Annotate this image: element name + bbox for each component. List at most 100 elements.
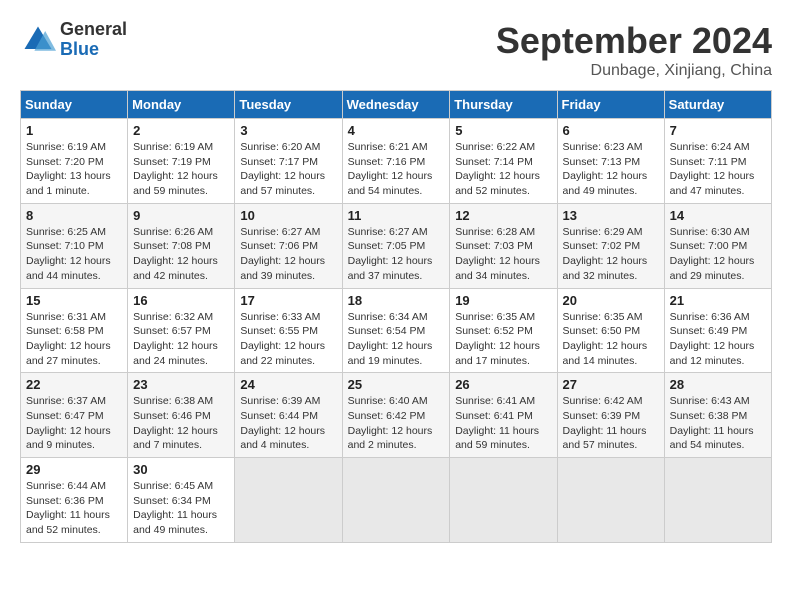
page-header: General Blue September 2024 Dunbage, Xin… xyxy=(20,20,772,80)
logo-icon xyxy=(20,22,56,58)
day-number: 2 xyxy=(133,123,229,138)
calendar-cell xyxy=(450,458,557,543)
week-row-4: 22 Sunrise: 6:37 AM Sunset: 6:47 PM Dayli… xyxy=(21,373,772,458)
weekday-header-saturday: Saturday xyxy=(664,91,771,119)
calendar-cell: 11Sunrise: 6:27 AM Sunset: 7:05 PM Dayli… xyxy=(342,203,450,288)
weekday-header-monday: Monday xyxy=(128,91,235,119)
calendar-cell: 5 Sunrise: 6:22 AM Sunset: 7:14 PM Daylig… xyxy=(450,119,557,204)
day-info: Sunrise: 6:34 AM Sunset: 6:54 PM Dayligh… xyxy=(348,310,445,369)
day-number: 20 xyxy=(563,293,659,308)
day-info: Sunrise: 6:24 AM Sunset: 7:11 PM Dayligh… xyxy=(670,140,766,199)
calendar-cell: 15 Sunrise: 6:31 AM Sunset: 6:58 PM Dayli… xyxy=(21,288,128,373)
day-number: 14 xyxy=(670,208,766,223)
calendar-cell: 28 Sunrise: 6:43 AM Sunset: 6:38 PM Dayli… xyxy=(664,373,771,458)
day-info: Sunrise: 6:20 AM Sunset: 7:17 PM Dayligh… xyxy=(240,140,336,199)
calendar-cell: 27 Sunrise: 6:42 AM Sunset: 6:39 PM Dayli… xyxy=(557,373,664,458)
day-info: Sunrise: 6:31 AM Sunset: 6:58 PM Dayligh… xyxy=(26,310,122,369)
day-number: 9 xyxy=(133,208,229,223)
day-number: 19 xyxy=(455,293,551,308)
day-info: Sunrise: 6:36 AM Sunset: 6:49 PM Dayligh… xyxy=(670,310,766,369)
calendar-cell: 22 Sunrise: 6:37 AM Sunset: 6:47 PM Dayli… xyxy=(21,373,128,458)
title-area: September 2024 Dunbage, Xinjiang, China xyxy=(496,20,772,80)
calendar-cell: 30 Sunrise: 6:45 AM Sunset: 6:34 PM Dayli… xyxy=(128,458,235,543)
calendar-cell: 25Sunrise: 6:40 AM Sunset: 6:42 PM Dayli… xyxy=(342,373,450,458)
weekday-header-sunday: Sunday xyxy=(21,91,128,119)
calendar-cell xyxy=(557,458,664,543)
day-info: Sunrise: 6:23 AM Sunset: 7:13 PM Dayligh… xyxy=(563,140,659,199)
calendar-cell: 29 Sunrise: 6:44 AM Sunset: 6:36 PM Dayli… xyxy=(21,458,128,543)
day-number: 18 xyxy=(348,293,445,308)
location: Dunbage, Xinjiang, China xyxy=(496,62,772,80)
month-title: September 2024 xyxy=(496,20,772,62)
calendar-cell: 21 Sunrise: 6:36 AM Sunset: 6:49 PM Dayli… xyxy=(664,288,771,373)
calendar-cell: 10Sunrise: 6:27 AM Sunset: 7:06 PM Dayli… xyxy=(235,203,342,288)
week-row-1: 1 Sunrise: 6:19 AM Sunset: 7:20 PM Daylig… xyxy=(21,119,772,204)
calendar-cell xyxy=(664,458,771,543)
day-info: Sunrise: 6:28 AM Sunset: 7:03 PM Dayligh… xyxy=(455,225,551,284)
day-number: 23 xyxy=(133,377,229,392)
day-info: Sunrise: 6:19 AM Sunset: 7:20 PM Dayligh… xyxy=(26,140,122,199)
day-number: 5 xyxy=(455,123,551,138)
day-number: 15 xyxy=(26,293,122,308)
weekday-header-tuesday: Tuesday xyxy=(235,91,342,119)
day-number: 4 xyxy=(348,123,445,138)
day-number: 30 xyxy=(133,462,229,477)
day-info: Sunrise: 6:44 AM Sunset: 6:36 PM Dayligh… xyxy=(26,479,122,538)
weekday-header-row: SundayMondayTuesdayWednesdayThursdayFrid… xyxy=(21,91,772,119)
day-number: 28 xyxy=(670,377,766,392)
day-number: 1 xyxy=(26,123,122,138)
day-number: 16 xyxy=(133,293,229,308)
day-number: 6 xyxy=(563,123,659,138)
day-number: 8 xyxy=(26,208,122,223)
day-number: 22 xyxy=(26,377,122,392)
day-info: Sunrise: 6:37 AM Sunset: 6:47 PM Dayligh… xyxy=(26,394,122,453)
calendar-cell: 12 Sunrise: 6:28 AM Sunset: 7:03 PM Dayli… xyxy=(450,203,557,288)
day-number: 3 xyxy=(240,123,336,138)
day-number: 26 xyxy=(455,377,551,392)
day-info: Sunrise: 6:22 AM Sunset: 7:14 PM Dayligh… xyxy=(455,140,551,199)
day-info: Sunrise: 6:21 AM Sunset: 7:16 PM Dayligh… xyxy=(348,140,445,199)
day-info: Sunrise: 6:33 AM Sunset: 6:55 PM Dayligh… xyxy=(240,310,336,369)
day-info: Sunrise: 6:35 AM Sunset: 6:52 PM Dayligh… xyxy=(455,310,551,369)
day-info: Sunrise: 6:25 AM Sunset: 7:10 PM Dayligh… xyxy=(26,225,122,284)
day-info: Sunrise: 6:42 AM Sunset: 6:39 PM Dayligh… xyxy=(563,394,659,453)
calendar-cell: 26 Sunrise: 6:41 AM Sunset: 6:41 PM Dayli… xyxy=(450,373,557,458)
calendar-cell: 14Sunrise: 6:30 AM Sunset: 7:00 PM Dayli… xyxy=(664,203,771,288)
day-number: 17 xyxy=(240,293,336,308)
calendar-cell: 19 Sunrise: 6:35 AM Sunset: 6:52 PM Dayli… xyxy=(450,288,557,373)
day-number: 10 xyxy=(240,208,336,223)
day-number: 21 xyxy=(670,293,766,308)
logo: General Blue xyxy=(20,20,127,60)
weekday-header-thursday: Thursday xyxy=(450,91,557,119)
calendar-cell: 3 Sunrise: 6:20 AM Sunset: 7:17 PM Daylig… xyxy=(235,119,342,204)
calendar-cell: 6 Sunrise: 6:23 AM Sunset: 7:13 PM Daylig… xyxy=(557,119,664,204)
logo-blue: Blue xyxy=(60,39,99,59)
day-info: Sunrise: 6:19 AM Sunset: 7:19 PM Dayligh… xyxy=(133,140,229,199)
calendar-cell: 4 Sunrise: 6:21 AM Sunset: 7:16 PM Daylig… xyxy=(342,119,450,204)
weekday-header-wednesday: Wednesday xyxy=(342,91,450,119)
day-info: Sunrise: 6:43 AM Sunset: 6:38 PM Dayligh… xyxy=(670,394,766,453)
day-number: 12 xyxy=(455,208,551,223)
day-info: Sunrise: 6:38 AM Sunset: 6:46 PM Dayligh… xyxy=(133,394,229,453)
calendar-cell: 16Sunrise: 6:32 AM Sunset: 6:57 PM Dayli… xyxy=(128,288,235,373)
day-number: 29 xyxy=(26,462,122,477)
day-number: 27 xyxy=(563,377,659,392)
week-row-3: 15 Sunrise: 6:31 AM Sunset: 6:58 PM Dayli… xyxy=(21,288,772,373)
day-info: Sunrise: 6:26 AM Sunset: 7:08 PM Dayligh… xyxy=(133,225,229,284)
day-info: Sunrise: 6:39 AM Sunset: 6:44 PM Dayligh… xyxy=(240,394,336,453)
day-info: Sunrise: 6:41 AM Sunset: 6:41 PM Dayligh… xyxy=(455,394,551,453)
week-row-2: 8 Sunrise: 6:25 AM Sunset: 7:10 PM Daylig… xyxy=(21,203,772,288)
calendar-cell: 23 Sunrise: 6:38 AM Sunset: 6:46 PM Dayli… xyxy=(128,373,235,458)
day-number: 13 xyxy=(563,208,659,223)
logo-general: General xyxy=(60,19,127,39)
day-number: 7 xyxy=(670,123,766,138)
day-number: 24 xyxy=(240,377,336,392)
calendar-cell: 18 Sunrise: 6:34 AM Sunset: 6:54 PM Dayli… xyxy=(342,288,450,373)
calendar-cell: 24 Sunrise: 6:39 AM Sunset: 6:44 PM Dayli… xyxy=(235,373,342,458)
logo-text: General Blue xyxy=(60,20,127,60)
day-info: Sunrise: 6:45 AM Sunset: 6:34 PM Dayligh… xyxy=(133,479,229,538)
weekday-header-friday: Friday xyxy=(557,91,664,119)
day-number: 11 xyxy=(348,208,445,223)
calendar-cell: 2 Sunrise: 6:19 AM Sunset: 7:19 PM Daylig… xyxy=(128,119,235,204)
day-info: Sunrise: 6:40 AM Sunset: 6:42 PM Dayligh… xyxy=(348,394,445,453)
